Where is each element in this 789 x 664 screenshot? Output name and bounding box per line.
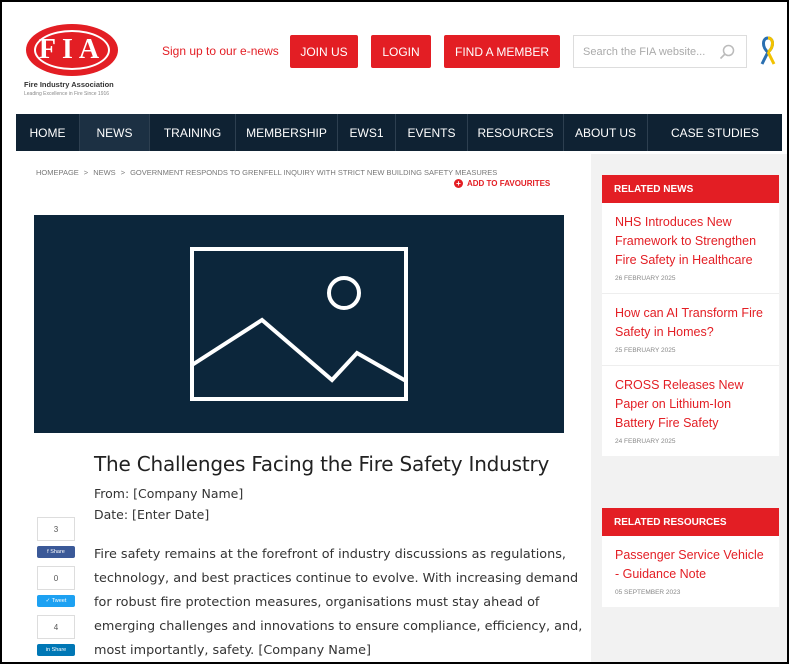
- find-member-button[interactable]: FIND A MEMBER: [444, 35, 560, 68]
- favourites-label: ADD TO FAVOURITES: [467, 179, 551, 188]
- nav-item-home[interactable]: HOME: [16, 114, 80, 151]
- share-bar: 3 f Share 0 ✓ Tweet 4 in Share: [37, 517, 77, 662]
- related-news-date: 25 FEBRUARY 2025: [615, 347, 676, 354]
- article-from: From: [Company Name]: [94, 486, 244, 501]
- twitter-share-button[interactable]: ✓ Tweet: [37, 595, 75, 607]
- search-box: [573, 35, 747, 68]
- linkedin-share-count: 4: [37, 615, 75, 639]
- sidebar: RELATED NEWS NHS Introduces New Framewor…: [591, 154, 787, 662]
- main-content: HOMEPAGE > NEWS > GOVERNMENT RESPONDS TO GRE…: [26, 154, 582, 662]
- article-date: Date: [Enter Date]: [94, 507, 210, 522]
- related-news-title[interactable]: CROSS Releases New Paper on Lithium-Ion …: [615, 376, 767, 433]
- page-frame: FIA Fire Industry Association Leading Ex…: [0, 0, 789, 664]
- plus-icon: +: [454, 179, 463, 188]
- facebook-share-count: 3: [37, 517, 75, 541]
- join-us-button[interactable]: JOIN US: [290, 35, 358, 68]
- fia-logo[interactable]: FIA Fire Industry Association Leading Ex…: [22, 20, 122, 100]
- nav-item-about-us[interactable]: ABOUT US: [564, 114, 648, 151]
- nav-item-events[interactable]: EVENTS: [396, 114, 468, 151]
- main-nav: HOME NEWS TRAINING MEMBERSHIP EWS1 EVENT…: [16, 114, 782, 151]
- logo-tagline: Leading Excellence in Fire Since 1916: [24, 91, 110, 97]
- related-resource-date: 05 SEPTEMBER 2023: [615, 589, 681, 596]
- breadcrumb: HOMEPAGE > NEWS > GOVERNMENT RESPONDS TO GRE…: [36, 168, 497, 177]
- breadcrumb-homepage[interactable]: HOMEPAGE: [36, 168, 79, 177]
- related-news-item[interactable]: NHS Introduces New Framework to Strength…: [602, 203, 779, 294]
- related-news-date: 26 FEBRUARY 2025: [615, 275, 676, 282]
- nav-item-news[interactable]: NEWS: [80, 114, 150, 151]
- nav-item-membership[interactable]: MEMBERSHIP: [236, 114, 338, 151]
- image-placeholder-icon: [190, 247, 408, 401]
- related-resource-title[interactable]: Passenger Service Vehicle - Guidance Not…: [615, 546, 767, 584]
- related-news-title[interactable]: NHS Introduces New Framework to Strength…: [615, 213, 767, 270]
- related-news-item[interactable]: CROSS Releases New Paper on Lithium-Ion …: [602, 366, 779, 456]
- related-news-box: RELATED NEWS NHS Introduces New Framewor…: [602, 175, 779, 456]
- linkedin-share-label: Share: [51, 647, 67, 653]
- logo-letters: FIA: [38, 34, 106, 65]
- article-meta: From: [Company Name] Date: [Enter Date]: [94, 483, 594, 525]
- related-resources-heading: RELATED RESOURCES: [602, 508, 779, 536]
- twitter-share-count: 0: [37, 566, 75, 590]
- related-news-date: 24 FEBRUARY 2025: [615, 438, 676, 445]
- breadcrumb-current: GOVERNMENT RESPONDS TO GRENFELL INQUIRY …: [130, 168, 498, 177]
- related-news-title[interactable]: How can AI Transform Fire Safety in Home…: [615, 304, 767, 342]
- twitter-share-label: Tweet: [51, 598, 67, 604]
- related-resources-box: RELATED RESOURCES Passenger Service Vehi…: [602, 508, 779, 607]
- awareness-ribbon-icon: [760, 36, 776, 65]
- hero-image: [34, 215, 564, 433]
- breadcrumb-separator: >: [83, 168, 89, 177]
- nav-item-case-studies[interactable]: CASE STUDIES: [648, 114, 782, 151]
- facebook-share-label: Share: [50, 549, 65, 555]
- login-button[interactable]: LOGIN: [371, 35, 431, 68]
- add-to-favourites-button[interactable]: + ADD TO FAVOURITES: [454, 179, 550, 188]
- linkedin-share-button[interactable]: in Share: [37, 644, 75, 656]
- search-input[interactable]: [583, 45, 715, 58]
- nav-item-training[interactable]: TRAINING: [150, 114, 236, 151]
- nav-item-resources[interactable]: RESOURCES: [468, 114, 564, 151]
- related-news-item[interactable]: How can AI Transform Fire Safety in Home…: [602, 294, 779, 366]
- breadcrumb-separator: >: [120, 168, 126, 177]
- article-body: Fire safety remains at the forefront of …: [94, 547, 583, 658]
- article-title: The Challenges Facing the Fire Safety In…: [94, 452, 550, 476]
- nav-item-ews1[interactable]: EWS1: [338, 114, 396, 151]
- breadcrumb-news[interactable]: NEWS: [93, 168, 116, 177]
- facebook-share-button[interactable]: f Share: [37, 546, 75, 558]
- logo-name: Fire Industry Association: [24, 80, 114, 89]
- article: The Challenges Facing the Fire Safety In…: [94, 452, 594, 662]
- enews-signup-link[interactable]: Sign up to our e-news: [162, 44, 279, 58]
- related-resource-item[interactable]: Passenger Service Vehicle - Guidance Not…: [602, 536, 779, 607]
- related-news-heading: RELATED NEWS: [602, 175, 779, 203]
- search-icon[interactable]: [718, 43, 736, 61]
